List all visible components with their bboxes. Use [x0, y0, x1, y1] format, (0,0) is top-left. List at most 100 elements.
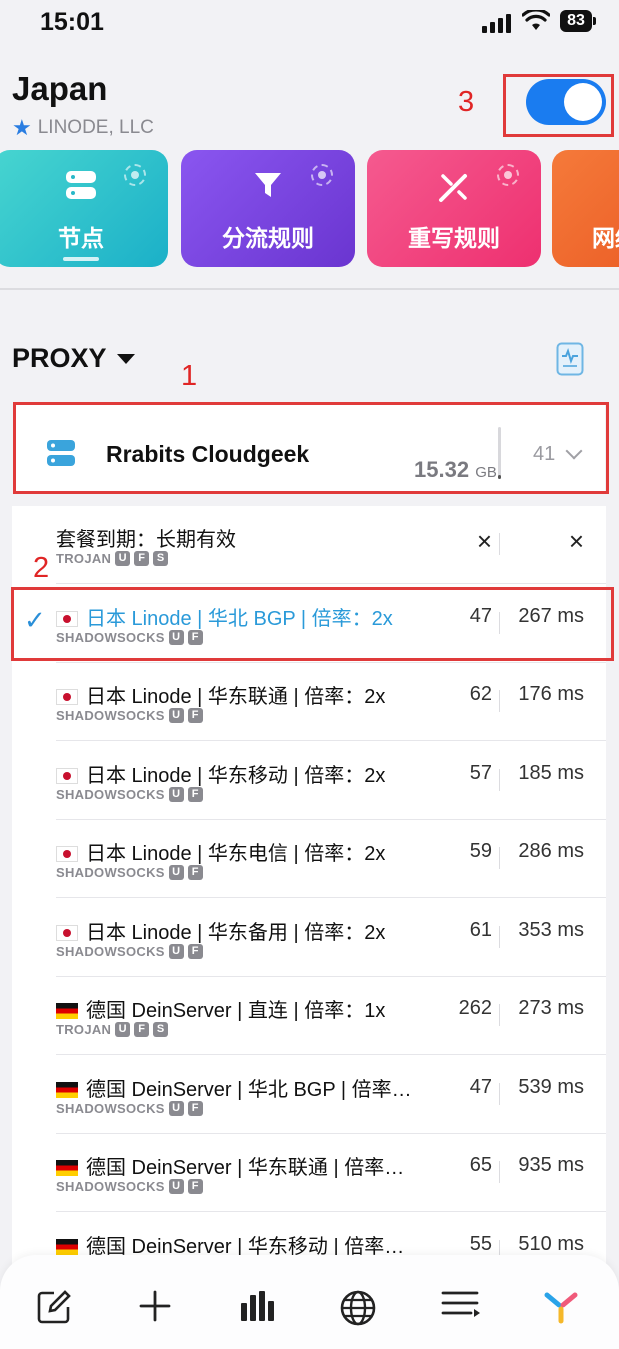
protocol-badge: S — [153, 551, 169, 566]
protocol-label: SHADOWSOCKS — [56, 708, 165, 723]
protocol-badge: U — [115, 1022, 131, 1037]
node-row[interactable]: 日本 Linode | 华东电信 | 倍率：2x SHADOWSOCKS U F 59 2… — [12, 820, 606, 898]
node-row[interactable]: 德国 DeinServer | 华东联通 | 倍率… SHADOWSOCKS U F 6… — [12, 1134, 606, 1212]
node-name-text: 德国 DeinServer | 华北 BGP | 倍率… — [86, 1078, 412, 1101]
node-protocol: TROJAN U F S — [56, 551, 169, 566]
annotation-3: 3 — [458, 86, 475, 118]
globe-icon[interactable] — [339, 1289, 377, 1327]
node-protocol: SHADOWSOCKS U F — [56, 1179, 203, 1194]
node-row[interactable]: 日本 Linode | 华东备用 | 倍率：2x SHADOWSOCKS U F 61 3… — [12, 899, 606, 977]
node-latency[interactable]: 286 ms — [518, 840, 584, 863]
column-divider — [499, 690, 500, 712]
node-row[interactable]: 德国 DeinServer | 直连 | 倍率：1x TROJAN U F S 262 27… — [12, 977, 606, 1055]
wifi-icon — [522, 10, 550, 30]
node-latency[interactable]: 353 ms — [518, 919, 584, 942]
node-score: × — [476, 526, 492, 556]
wand-icon — [439, 174, 467, 202]
node-name: 日本 Linode | 华东移动 | 倍率：2x — [56, 759, 385, 788]
protocol-badge: F — [134, 1022, 150, 1037]
app-logo-icon[interactable] — [543, 1289, 579, 1325]
protocol-badge: U — [168, 865, 184, 880]
status-bar: 15:01 83 — [0, 0, 619, 46]
proxy-group-selector[interactable]: PROXY — [12, 343, 135, 374]
protocol-badge: F — [187, 943, 203, 959]
annotation-box-2 — [11, 587, 614, 661]
log-document-icon[interactable] — [556, 342, 584, 376]
node-protocol: TROJAN U F S — [56, 1022, 169, 1037]
protocol-badge: U — [168, 708, 184, 723]
indicator-icon — [497, 164, 519, 186]
column-divider — [499, 1004, 500, 1026]
protocol-badge: U — [115, 551, 131, 566]
node-protocol: SHADOWSOCKS U F — [56, 1100, 203, 1116]
proxy-toggle[interactable] — [526, 79, 606, 125]
indicator-icon — [124, 164, 146, 186]
star-icon: ★ — [12, 115, 32, 140]
node-row[interactable]: 套餐到期：长期有效 TROJAN U F S × × — [12, 506, 606, 584]
node-protocol: SHADOWSOCKS U F — [56, 786, 203, 802]
provider-subtitle: ★ LINODE, LLC — [12, 115, 154, 141]
node-latency[interactable]: 176 ms — [518, 683, 584, 706]
tile-nodes[interactable]: 节点 — [0, 150, 168, 267]
proxy-title: PROXY — [12, 343, 107, 373]
indicator-icon — [311, 164, 333, 186]
node-latency[interactable]: 185 ms — [518, 762, 584, 785]
tile-routing-rules[interactable]: 分流规则 — [181, 150, 355, 267]
annotation-box-1 — [13, 402, 609, 494]
protocol-badge: F — [187, 708, 203, 723]
node-name-text: 套餐到期：长期有效 — [56, 529, 236, 551]
protocol-label: SHADOWSOCKS — [56, 943, 165, 959]
tile-label: 节点 — [58, 225, 104, 251]
japan-flag-icon — [56, 689, 78, 705]
node-latency[interactable]: 935 ms — [518, 1154, 584, 1177]
node-name: 德国 DeinServer | 华东联通 | 倍率… — [56, 1151, 404, 1180]
protocol-label: SHADOWSOCKS — [56, 865, 165, 880]
node-latency[interactable]: 510 ms — [518, 1233, 584, 1256]
stats-icon[interactable] — [239, 1289, 277, 1323]
protocol-label: SHADOWSOCKS — [56, 1179, 165, 1194]
germany-flag-icon — [56, 1003, 78, 1019]
column-divider — [499, 768, 500, 791]
protocol-badge: F — [187, 1100, 203, 1116]
node-latency[interactable]: 273 ms — [518, 997, 584, 1020]
add-icon[interactable] — [138, 1289, 172, 1323]
list-icon[interactable] — [441, 1289, 481, 1321]
germany-flag-icon — [56, 1238, 78, 1255]
node-score: 55 — [469, 1232, 492, 1255]
node-row[interactable]: 日本 Linode | 华东联通 | 倍率：2x SHADOWSOCKS U F 62 1… — [12, 663, 606, 741]
tile-label: 网络 — [592, 225, 619, 251]
active-indicator — [63, 257, 99, 261]
annotation-1: 1 — [181, 360, 198, 392]
node-score: 61 — [469, 918, 492, 941]
germany-flag-icon — [56, 1160, 78, 1176]
protocol-badge: F — [187, 1179, 203, 1194]
node-name: 德国 DeinServer | 华北 BGP | 倍率… — [56, 1073, 412, 1102]
protocol-label: TROJAN — [56, 551, 112, 566]
japan-flag-icon — [56, 846, 78, 862]
tile-label: 分流规则 — [222, 225, 314, 251]
protocol-badge: F — [187, 865, 203, 880]
edit-icon[interactable] — [36, 1289, 72, 1325]
germany-flag-icon — [56, 1081, 78, 1098]
protocol-badge: U — [168, 943, 184, 959]
node-name-text: 日本 Linode | 华东备用 | 倍率：2x — [86, 921, 386, 944]
node-score: 47 — [469, 1075, 492, 1098]
node-score: 62 — [469, 683, 492, 705]
node-protocol: SHADOWSOCKS U F — [56, 943, 203, 959]
node-score: 262 — [458, 997, 492, 1019]
column-divider — [499, 1082, 500, 1105]
feature-tiles: 节点 分流规则 重写规则 网络 — [0, 150, 619, 268]
node-row[interactable]: 日本 Linode | 华东移动 | 倍率：2x SHADOWSOCKS U F 57 1… — [12, 742, 606, 820]
node-name-text: 日本 Linode | 华东电信 | 倍率：2x — [86, 843, 386, 865]
toggle-knob — [564, 83, 602, 121]
protocol-badge: F — [134, 551, 150, 566]
tile-rewrite-rules[interactable]: 重写规则 — [367, 150, 541, 267]
protocol-badge: U — [168, 786, 184, 802]
page-title: Japan — [12, 70, 108, 107]
tile-network[interactable]: 网络 — [552, 150, 619, 267]
node-latency[interactable]: × — [569, 526, 584, 557]
protocol-label: TROJAN — [56, 1022, 112, 1037]
node-row[interactable]: 德国 DeinServer | 华北 BGP | 倍率… SHADOWSOCKS U… — [12, 1056, 606, 1134]
node-latency[interactable]: 539 ms — [518, 1076, 584, 1099]
protocol-badge: U — [168, 1100, 184, 1116]
